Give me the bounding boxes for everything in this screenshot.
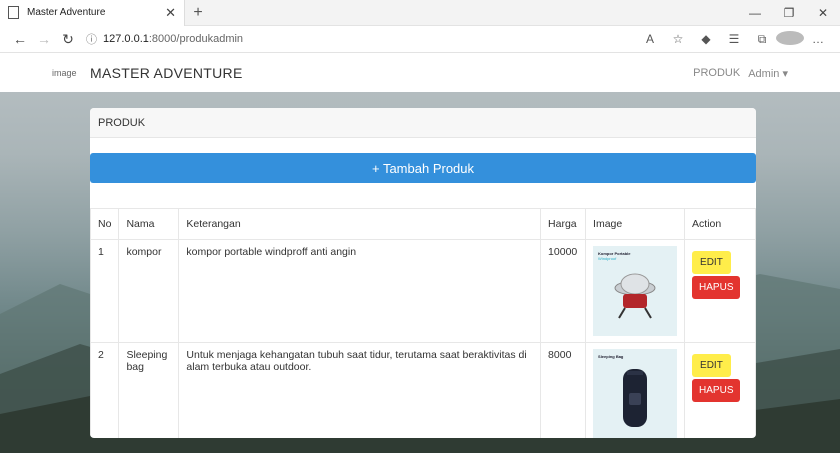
- profile-avatar[interactable]: [776, 30, 804, 48]
- table-row: 1 kompor kompor portable windproff anti …: [90, 239, 756, 343]
- favorites-list-icon[interactable]: ☰: [720, 32, 748, 46]
- cell-harga: 8000: [540, 342, 587, 438]
- tab-title: Master Adventure: [27, 7, 106, 18]
- admin-label: Admin: [748, 67, 780, 80]
- cell-action: EDIT HAPUS: [684, 239, 756, 343]
- cell-image: Sleeping Bag: [585, 342, 686, 438]
- extension-icon[interactable]: ◆: [692, 32, 720, 46]
- page-body: image MASTER ADVENTURE PRODUK Admin ▾ PR…: [0, 54, 840, 453]
- favorite-star-icon[interactable]: ☆: [664, 32, 692, 46]
- delete-button[interactable]: HAPUS: [692, 379, 741, 402]
- header-keterangan: Keterangan: [178, 208, 542, 240]
- cell-keterangan: kompor portable windproff anti angin: [178, 239, 542, 343]
- refresh-icon[interactable]: ↻: [56, 31, 80, 48]
- more-menu-icon[interactable]: …: [804, 32, 832, 46]
- site-navbar: image MASTER ADVENTURE PRODUK Admin ▾: [0, 54, 840, 92]
- back-icon[interactable]: ←: [8, 31, 32, 47]
- close-window-icon[interactable]: ✕: [806, 6, 840, 20]
- site-info-icon[interactable]: ⓘ: [86, 31, 97, 47]
- header-harga: Harga: [540, 208, 587, 240]
- browser-tab[interactable]: Master Adventure ✕: [0, 0, 185, 26]
- close-tab-icon[interactable]: ✕: [165, 5, 176, 21]
- header-image: Image: [585, 208, 686, 240]
- caret-down-icon: ▾: [782, 67, 788, 80]
- produk-card: PRODUK + Tambah Produk No Nama Keteranga…: [90, 108, 756, 438]
- window-controls: — ❐ ✕: [738, 6, 840, 20]
- nav-admin-dropdown[interactable]: Admin ▾: [748, 67, 788, 80]
- url-field[interactable]: 127.0.0.1:8000/produkadmin: [103, 33, 636, 45]
- minimize-icon[interactable]: —: [738, 6, 772, 20]
- url-host: 127.0.0.1: [103, 33, 149, 45]
- address-bar: ← → ↻ ⓘ 127.0.0.1:8000/produkadmin A ☆ ◆…: [0, 26, 840, 53]
- cell-keterangan: Untuk menjaga kehangatan tubuh saat tidu…: [178, 342, 542, 438]
- edit-button[interactable]: EDIT: [692, 251, 731, 274]
- product-image-kompor: Kompor Portable Windproof: [593, 246, 678, 336]
- cell-nama: Sleeping bag: [118, 342, 180, 438]
- header-nama: Nama: [118, 208, 180, 240]
- forward-icon[interactable]: →: [32, 31, 56, 47]
- product-image-sleeping-bag: Sleeping Bag: [593, 349, 678, 438]
- cell-no: 2: [90, 342, 120, 438]
- new-tab-icon[interactable]: +: [185, 4, 211, 22]
- page-icon: [8, 6, 19, 19]
- cell-harga: 10000: [540, 239, 587, 343]
- browser-toolbar: A ☆ ◆ ☰ ⧉ …: [636, 30, 832, 48]
- brand-logo-image[interactable]: image: [52, 68, 80, 78]
- delete-button[interactable]: HAPUS: [692, 276, 741, 299]
- browser-titlebar: Master Adventure ✕ + — ❐ ✕: [0, 0, 840, 26]
- header-no: No: [90, 208, 120, 240]
- add-product-button[interactable]: + Tambah Produk: [90, 153, 756, 183]
- nav-produk-link[interactable]: PRODUK: [693, 67, 740, 80]
- cell-no: 1: [90, 239, 120, 343]
- collections-icon[interactable]: ⧉: [748, 32, 776, 47]
- card-header: PRODUK: [90, 108, 756, 138]
- sleeping-bag-illustration: [623, 369, 648, 427]
- cell-image: Kompor Portable Windproof: [585, 239, 686, 343]
- cell-action: EDIT HAPUS: [684, 342, 756, 438]
- cell-nama: kompor: [118, 239, 180, 343]
- image-subtitle: Windproof: [598, 256, 617, 261]
- nav-menu: PRODUK Admin ▾: [693, 67, 788, 80]
- table-row: 2 Sleeping bag Untuk menjaga kehangatan …: [90, 342, 756, 438]
- header-action: Action: [684, 208, 756, 240]
- url-path: :8000/produkadmin: [148, 33, 244, 45]
- read-aloud-icon[interactable]: A: [636, 32, 664, 46]
- table-header-row: No Nama Keterangan Harga Image Action: [90, 208, 756, 240]
- product-table: No Nama Keterangan Harga Image Action 1 …: [90, 208, 756, 438]
- brand-name[interactable]: MASTER ADVENTURE: [90, 65, 243, 81]
- edit-button[interactable]: EDIT: [692, 354, 731, 377]
- image-title: Sleeping Bag: [598, 354, 624, 359]
- restore-icon[interactable]: ❐: [772, 6, 806, 20]
